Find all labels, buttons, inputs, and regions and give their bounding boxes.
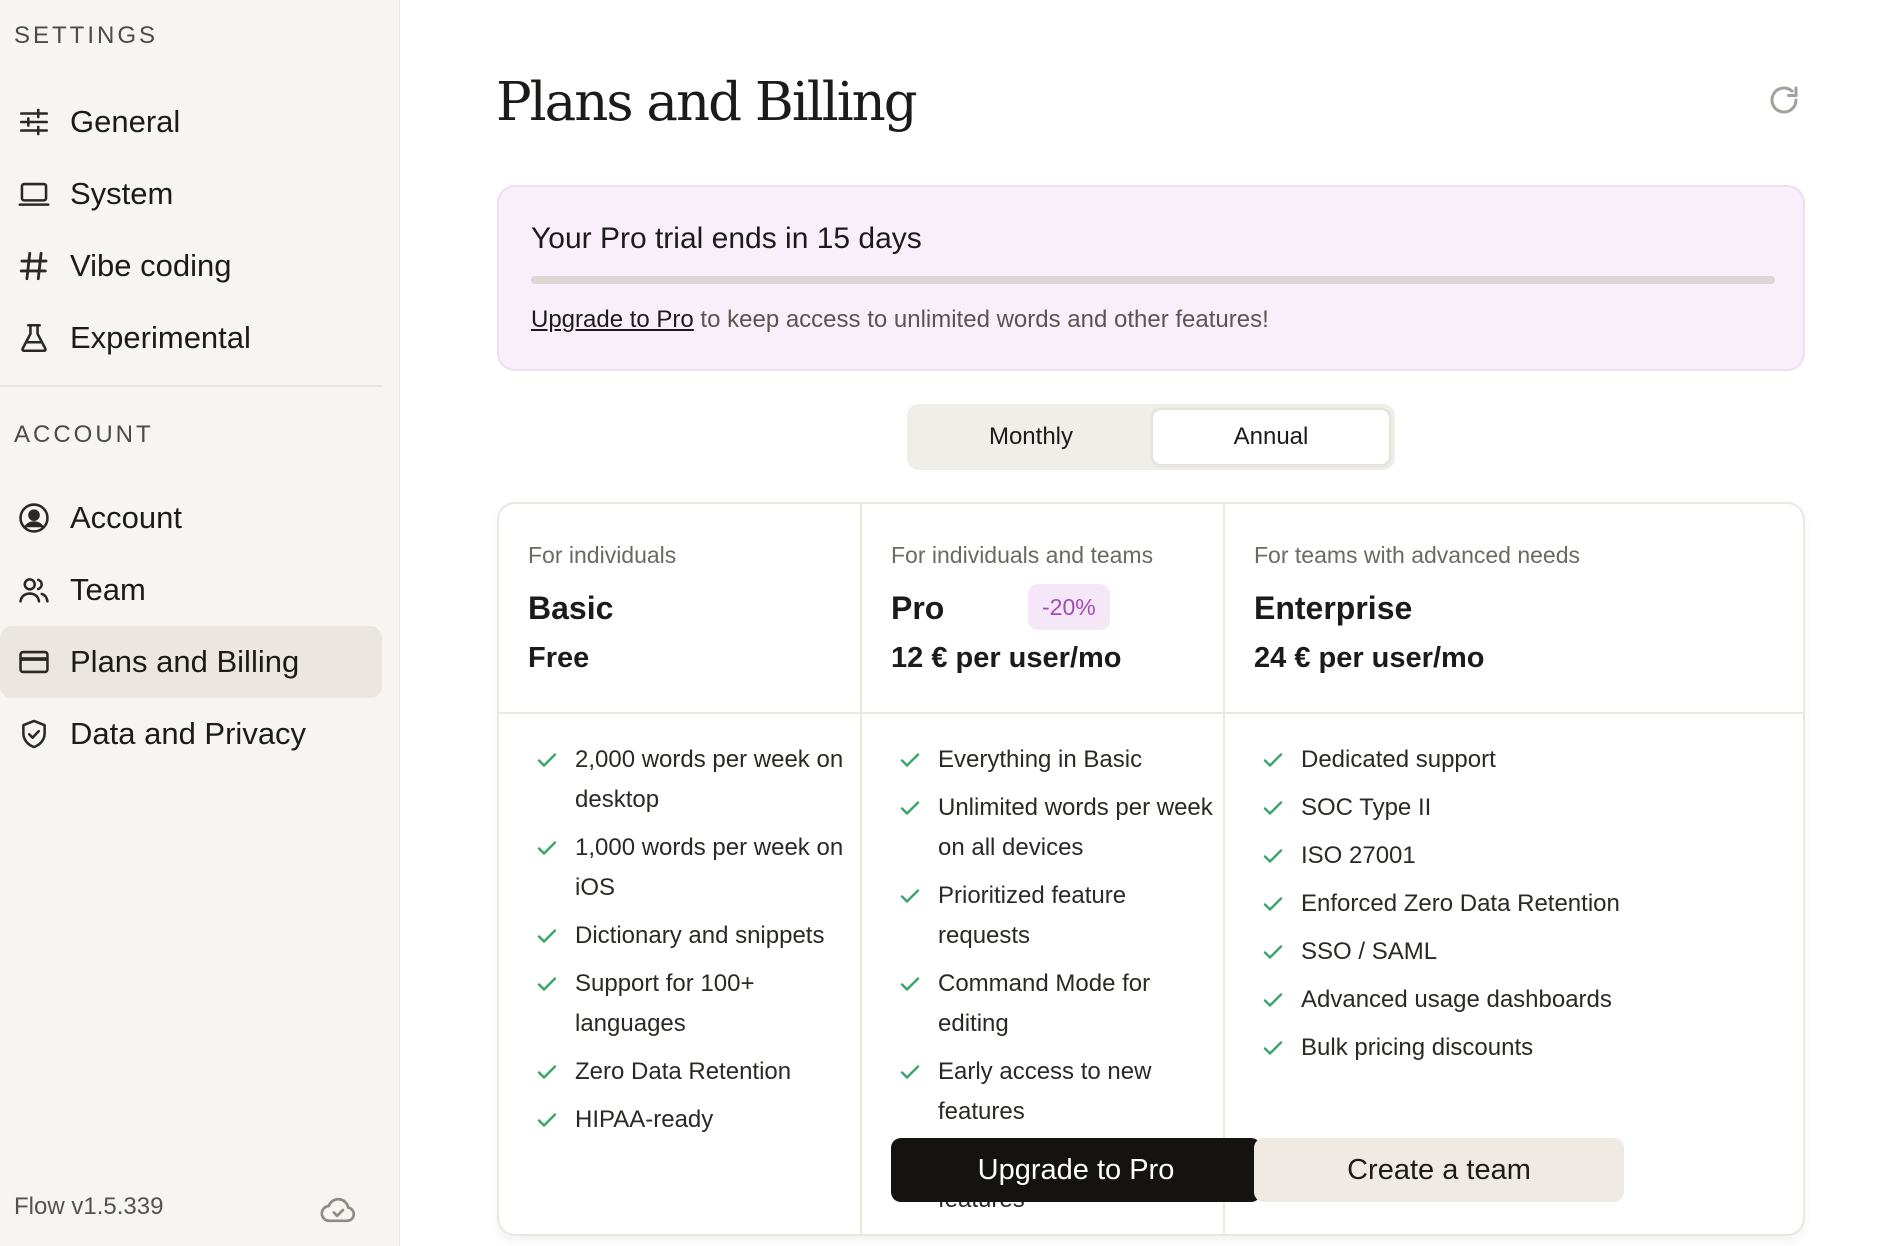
plan-name: Enterprise [1254, 590, 1413, 626]
users-icon [16, 572, 52, 608]
list-item: 2,000 words per week on desktop [535, 740, 855, 820]
check-icon [900, 977, 920, 991]
sidebar-item-system[interactable]: System [0, 158, 382, 230]
sidebar-item-account[interactable]: Account [0, 482, 382, 554]
create-team-button[interactable]: Create a team [1254, 1138, 1624, 1202]
trial-message-text: to keep access to unlimited words and ot… [693, 306, 1269, 333]
list-item: SOC Type II [1261, 788, 1621, 828]
plan-price: 12 € per user/mo [891, 642, 1122, 674]
list-item: Support for 100+ languages [535, 964, 855, 1044]
list-item: Everything in Basic [898, 740, 1218, 780]
trial-message: Upgrade to Pro to keep access to unlimit… [531, 306, 1269, 334]
sidebar-item-general[interactable]: General [0, 86, 382, 158]
list-item: Zero Data Retention [535, 1052, 855, 1092]
check-icon [900, 753, 920, 767]
list-item: Dedicated support [1261, 740, 1621, 780]
sidebar-item-label: Vibe coding [70, 248, 232, 283]
discount-badge: -20% [1028, 584, 1110, 630]
list-item: SSO / SAML [1261, 932, 1621, 972]
list-item: Prioritized feature requests [898, 876, 1218, 956]
list-item: Dictionary and snippets [535, 916, 855, 956]
sidebar-item-team[interactable]: Team [0, 554, 382, 626]
plan-price: 24 € per user/mo [1254, 642, 1485, 674]
sliders-icon [16, 104, 52, 140]
sidebar-item-vibe-coding[interactable]: Vibe coding [0, 230, 382, 302]
hash-icon [16, 248, 52, 284]
user-circle-icon [16, 500, 52, 536]
cloud-check-icon[interactable] [318, 1190, 358, 1230]
refresh-icon[interactable] [1766, 82, 1802, 118]
check-icon [1263, 945, 1283, 959]
check-icon [900, 1065, 920, 1079]
check-icon [537, 841, 557, 855]
check-icon [1263, 849, 1283, 863]
shield-check-icon [16, 716, 52, 752]
list-item: Command Mode for editing [898, 964, 1218, 1044]
plan-name: Basic [528, 590, 614, 626]
settings-heading: SETTINGS [14, 22, 159, 49]
toggle-annual[interactable]: Annual [1151, 408, 1391, 466]
column-divider [1223, 504, 1225, 1234]
sidebar-item-label: Experimental [70, 320, 251, 355]
plan-audience: For individuals [528, 542, 677, 568]
sidebar-item-label: Account [70, 500, 183, 535]
sidebar-item-label: General [70, 104, 181, 139]
check-icon [537, 929, 557, 943]
plan-name: Pro [891, 590, 945, 626]
list-item: ISO 27001 [1261, 836, 1621, 876]
credit-card-icon [16, 644, 52, 680]
feature-list-enterprise: Dedicated support SOC Type II ISO 27001 … [1261, 740, 1621, 1076]
sidebar: SETTINGS General System Vibe coding Expe… [0, 0, 400, 1246]
sidebar-item-plans-and-billing[interactable]: Plans and Billing [0, 626, 382, 698]
upgrade-link[interactable]: Upgrade to Pro [531, 306, 694, 333]
sidebar-item-label: Plans and Billing [70, 644, 300, 679]
sidebar-item-data-and-privacy[interactable]: Data and Privacy [0, 698, 382, 770]
plan-audience: For individuals and teams [891, 542, 1154, 568]
trial-progress-bar [531, 276, 1775, 284]
check-icon [1263, 801, 1283, 815]
sidebar-item-label: Data and Privacy [70, 716, 307, 751]
check-icon [1263, 1041, 1283, 1055]
list-item: Enforced Zero Data Retention [1261, 884, 1621, 924]
check-icon [537, 753, 557, 767]
check-icon [1263, 897, 1283, 911]
list-item: Bulk pricing discounts [1261, 1028, 1621, 1068]
laptop-icon [16, 176, 52, 212]
check-icon [537, 1065, 557, 1079]
sidebar-item-label: System [70, 176, 174, 211]
trial-title: Your Pro trial ends in 15 days [531, 222, 922, 255]
billing-period-toggle: Monthly Annual [907, 404, 1395, 470]
sidebar-divider [0, 385, 382, 387]
check-icon [900, 889, 920, 903]
page-title: Plans and Billing [496, 72, 918, 133]
sidebar-item-label: Team [70, 572, 146, 607]
check-icon [537, 1113, 557, 1127]
list-item: HIPAA-ready [535, 1100, 855, 1140]
plans-table: For individuals Basic Free 2,000 words p… [497, 502, 1805, 1236]
check-icon [1263, 753, 1283, 767]
account-heading: ACCOUNT [14, 421, 154, 448]
feature-list-basic: 2,000 words per week on desktop 1,000 wo… [535, 740, 855, 1148]
list-item: 1,000 words per week on iOS [535, 828, 855, 908]
row-divider [499, 712, 1803, 714]
plan-audience: For teams with advanced needs [1254, 542, 1581, 568]
column-divider [860, 504, 862, 1234]
check-icon [1263, 993, 1283, 1007]
list-item: Unlimited words per week on all devices [898, 788, 1218, 868]
list-item: Early access to new features [898, 1052, 1218, 1132]
toggle-monthly[interactable]: Monthly [911, 408, 1151, 466]
plan-price: Free [528, 642, 590, 674]
app-version: Flow v1.5.339 [14, 1193, 164, 1220]
check-icon [537, 977, 557, 991]
trial-banner: Your Pro trial ends in 15 days Upgrade t… [497, 185, 1805, 371]
upgrade-to-pro-button[interactable]: Upgrade to Pro [891, 1138, 1261, 1202]
flask-icon [16, 320, 52, 356]
sidebar-item-experimental[interactable]: Experimental [0, 302, 382, 374]
check-icon [900, 801, 920, 815]
list-item: Advanced usage dashboards [1261, 980, 1621, 1020]
